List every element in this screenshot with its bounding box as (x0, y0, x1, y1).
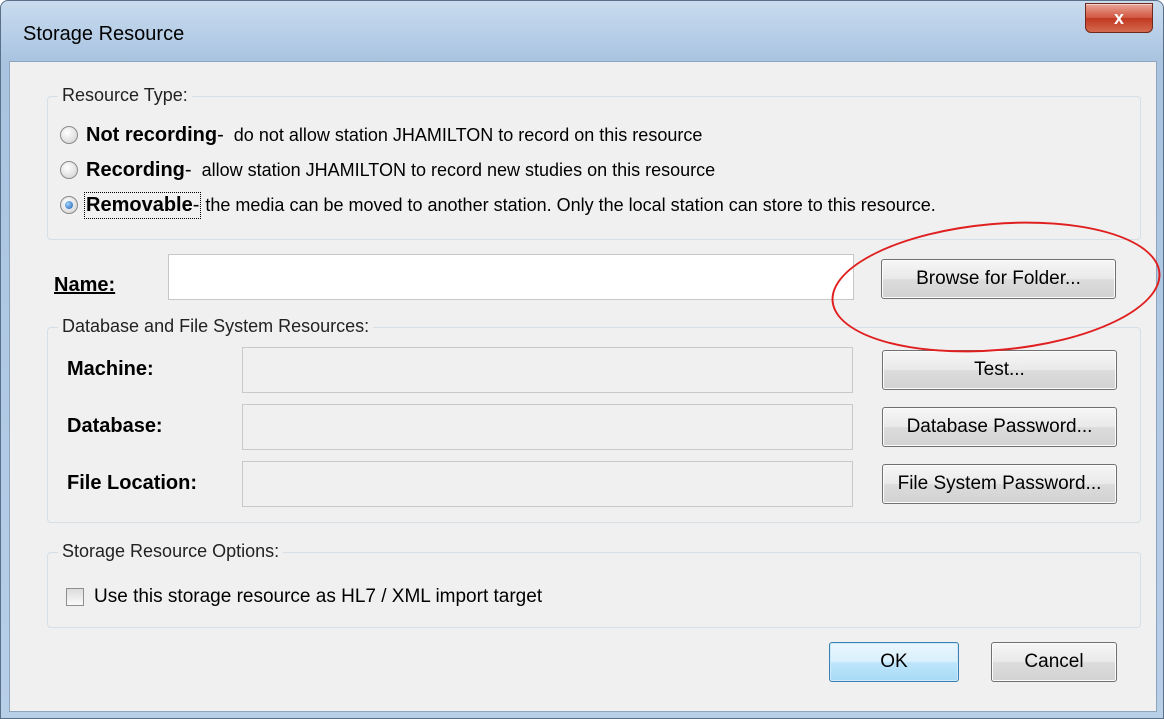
test-button[interactable]: Test... (882, 350, 1117, 390)
name-input[interactable] (168, 254, 854, 300)
file-location-label: File Location: (67, 472, 197, 494)
radio-not-recording-desc: do not allow station JHAMILTON to record… (233, 124, 703, 145)
radio-removable-button[interactable] (60, 196, 78, 214)
cancel-button[interactable]: Cancel (991, 642, 1117, 682)
storage-resource-dialog: Storage Resource x Resource Type: Not re… (0, 0, 1164, 719)
radio-not-recording-label: Not recording (86, 123, 218, 146)
database-label: Database: (67, 415, 163, 437)
close-icon: x (1113, 7, 1124, 28)
window-title: Storage Resource (23, 23, 185, 45)
name-label: Name: (54, 274, 115, 297)
radio-not-recording-sep: - (217, 123, 224, 146)
radio-removable[interactable]: Removable - the media can be moved to an… (60, 191, 936, 219)
radio-removable-desc: the media can be moved to another statio… (205, 194, 936, 215)
radio-recording[interactable]: Recording - allow station JHAMILTON to r… (60, 156, 715, 184)
radio-recording-button[interactable] (60, 161, 78, 179)
hl7-import-label: Use this storage resource as HL7 / XML i… (94, 586, 543, 607)
browse-for-folder-button[interactable]: Browse for Folder... (881, 259, 1116, 299)
file-location-input[interactable] (242, 461, 853, 507)
radio-recording-desc: allow station JHAMILTON to record new st… (201, 159, 716, 180)
radio-recording-sep: - (184, 158, 192, 181)
machine-input[interactable] (242, 347, 853, 393)
machine-label: Machine: (67, 358, 154, 380)
name-label-text: Name: (54, 274, 116, 296)
radio-not-recording-button[interactable] (60, 126, 78, 144)
storage-options-group: Storage Resource Options: Use this stora… (47, 541, 1141, 628)
hl7-import-option[interactable]: Use this storage resource as HL7 / XML i… (66, 583, 542, 611)
radio-removable-sep: - (192, 193, 200, 216)
storage-options-group-title: Storage Resource Options: (58, 541, 284, 562)
radio-removable-label: Removable (86, 193, 193, 216)
close-button[interactable]: x (1085, 3, 1153, 33)
resource-type-group: Resource Type: Not recording - do not al… (47, 85, 1141, 240)
ok-button[interactable]: OK (829, 642, 959, 682)
title-bar[interactable]: Storage Resource x (1, 1, 1163, 61)
db-resources-group: Database and File System Resources: Mach… (47, 316, 1141, 523)
hl7-import-checkbox[interactable] (66, 588, 84, 606)
radio-removable-focus: Removable - (83, 191, 202, 219)
radio-not-recording[interactable]: Not recording - do not allow station JHA… (60, 121, 702, 149)
radio-recording-label: Recording (86, 158, 185, 181)
dialog-client-area: Resource Type: Not recording - do not al… (9, 61, 1157, 712)
resource-type-group-title: Resource Type: (58, 85, 192, 106)
database-input[interactable] (242, 404, 853, 450)
db-resources-group-title: Database and File System Resources: (58, 316, 374, 337)
file-system-password-button[interactable]: File System Password... (882, 464, 1117, 504)
database-password-button[interactable]: Database Password... (882, 407, 1117, 447)
